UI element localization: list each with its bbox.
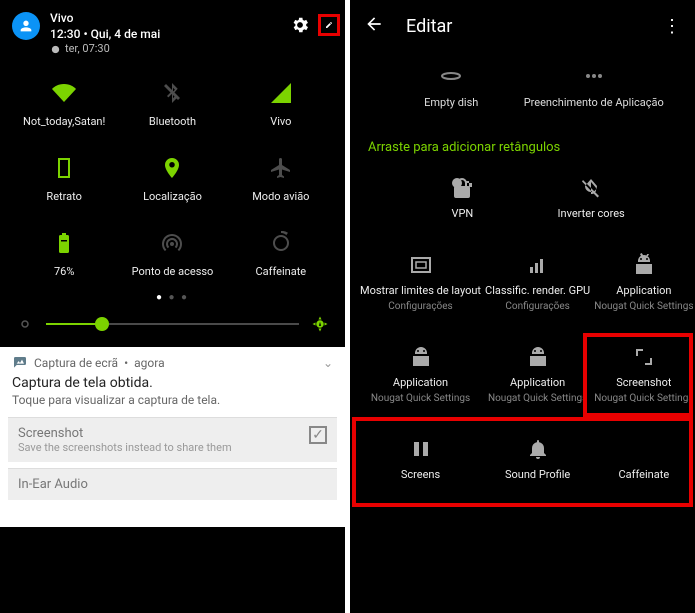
checkbox-icon[interactable]: ✓ — [309, 426, 327, 444]
screens-tile[interactable]: Screens — [358, 430, 483, 485]
vpn-tile[interactable]: VPN — [398, 169, 527, 224]
notification-header: Captura de ecrã • agora ⌄ — [0, 347, 345, 373]
status-info: Vivo 12:30 • Qui, 4 de mai ter, 07:30 — [50, 10, 289, 57]
bluetooth-tile[interactable]: Bluetooth — [118, 79, 226, 128]
caffeinate-tile-right[interactable]: Caffeinate — [592, 430, 695, 485]
brightness-row — [0, 309, 345, 347]
notification-sub-1[interactable]: Screenshot Save the screenshots instead … — [8, 417, 337, 462]
alarm-label: ter, 07:30 — [65, 42, 110, 57]
application-tile-3[interactable]: Application Nougat Quick Settings — [483, 338, 592, 408]
auto-brightness-icon[interactable] — [311, 315, 329, 333]
airplane-tile[interactable]: Modo avião — [227, 154, 335, 203]
edit-title: Editar — [406, 16, 641, 37]
caffeinate-tile[interactable]: Caffeinate — [227, 229, 335, 278]
quick-settings-panel: Vivo 12:30 • Qui, 4 de mai ter, 07:30 — [0, 0, 345, 613]
settings-icon[interactable] — [289, 14, 311, 36]
date-label: Qui, 4 de mai — [91, 27, 161, 41]
app-fill-tile[interactable]: Preenchimento de Aplicação — [523, 62, 666, 110]
quick-settings-grid: Not_today,Satan! Bluetooth Vivo Retrato … — [0, 63, 345, 282]
carrier-label: Vivo — [50, 11, 73, 25]
notification-area: Captura de ecrã • agora ⌄ Captura de tel… — [0, 347, 345, 527]
notification-body[interactable]: Toque para visualizar a captura de tela. — [0, 391, 345, 417]
battery-tile[interactable]: 76% — [10, 229, 118, 278]
drag-hint-label: Arraste para adicionar retângulos — [350, 128, 695, 169]
gpu-profile-tile[interactable]: Classific. render. GPU Configurações — [483, 246, 592, 316]
overflow-menu-icon[interactable]: ⋮ — [663, 16, 681, 37]
available-tiles-grid: VPN Inverter cores Mostrar limites de la… — [350, 169, 695, 485]
edit-pencil-icon[interactable] — [318, 14, 340, 36]
empty-dish-tile[interactable]: Empty dish — [380, 62, 523, 110]
current-tiles-row: Empty dish Preenchimento de Aplicação — [350, 52, 695, 128]
location-tile[interactable]: Localização — [118, 154, 226, 203]
notification-title[interactable]: Captura de tela obtida. — [0, 373, 345, 391]
status-header: Vivo 12:30 • Qui, 4 de mai ter, 07:30 — [0, 0, 345, 63]
user-avatar[interactable] — [12, 12, 40, 40]
edit-panel: Editar ⋮ Empty dish Preenchimento de Apl… — [350, 0, 695, 613]
layout-bounds-tile[interactable]: Mostrar limites de layout Configurações — [358, 246, 483, 316]
time-label: 12:30 — [50, 27, 80, 41]
application-tile-1[interactable]: Application Nougat Quick Settings — [592, 246, 695, 316]
application-tile-2[interactable]: Application Nougat Quick Settings — [358, 338, 483, 408]
brightness-slider[interactable] — [46, 323, 299, 325]
sound-profile-tile[interactable]: Sound Profile — [483, 430, 592, 485]
cellular-tile[interactable]: Vivo — [227, 79, 335, 128]
notification-sub-2[interactable]: In-Ear Audio — [8, 468, 337, 500]
hotspot-tile[interactable]: Ponto de acesso — [118, 229, 226, 278]
screenshot-tile[interactable]: Screenshot Nougat Quick Settings — [592, 338, 695, 408]
back-arrow-icon[interactable] — [364, 14, 384, 38]
edit-header: Editar ⋮ — [350, 0, 695, 52]
wifi-tile[interactable]: Not_today,Satan! — [10, 79, 118, 128]
brightness-low-icon — [16, 315, 34, 333]
rotation-tile[interactable]: Retrato — [10, 154, 118, 203]
page-indicator: ● ● ● — [0, 282, 345, 309]
invert-colors-tile[interactable]: Inverter cores — [527, 169, 656, 224]
